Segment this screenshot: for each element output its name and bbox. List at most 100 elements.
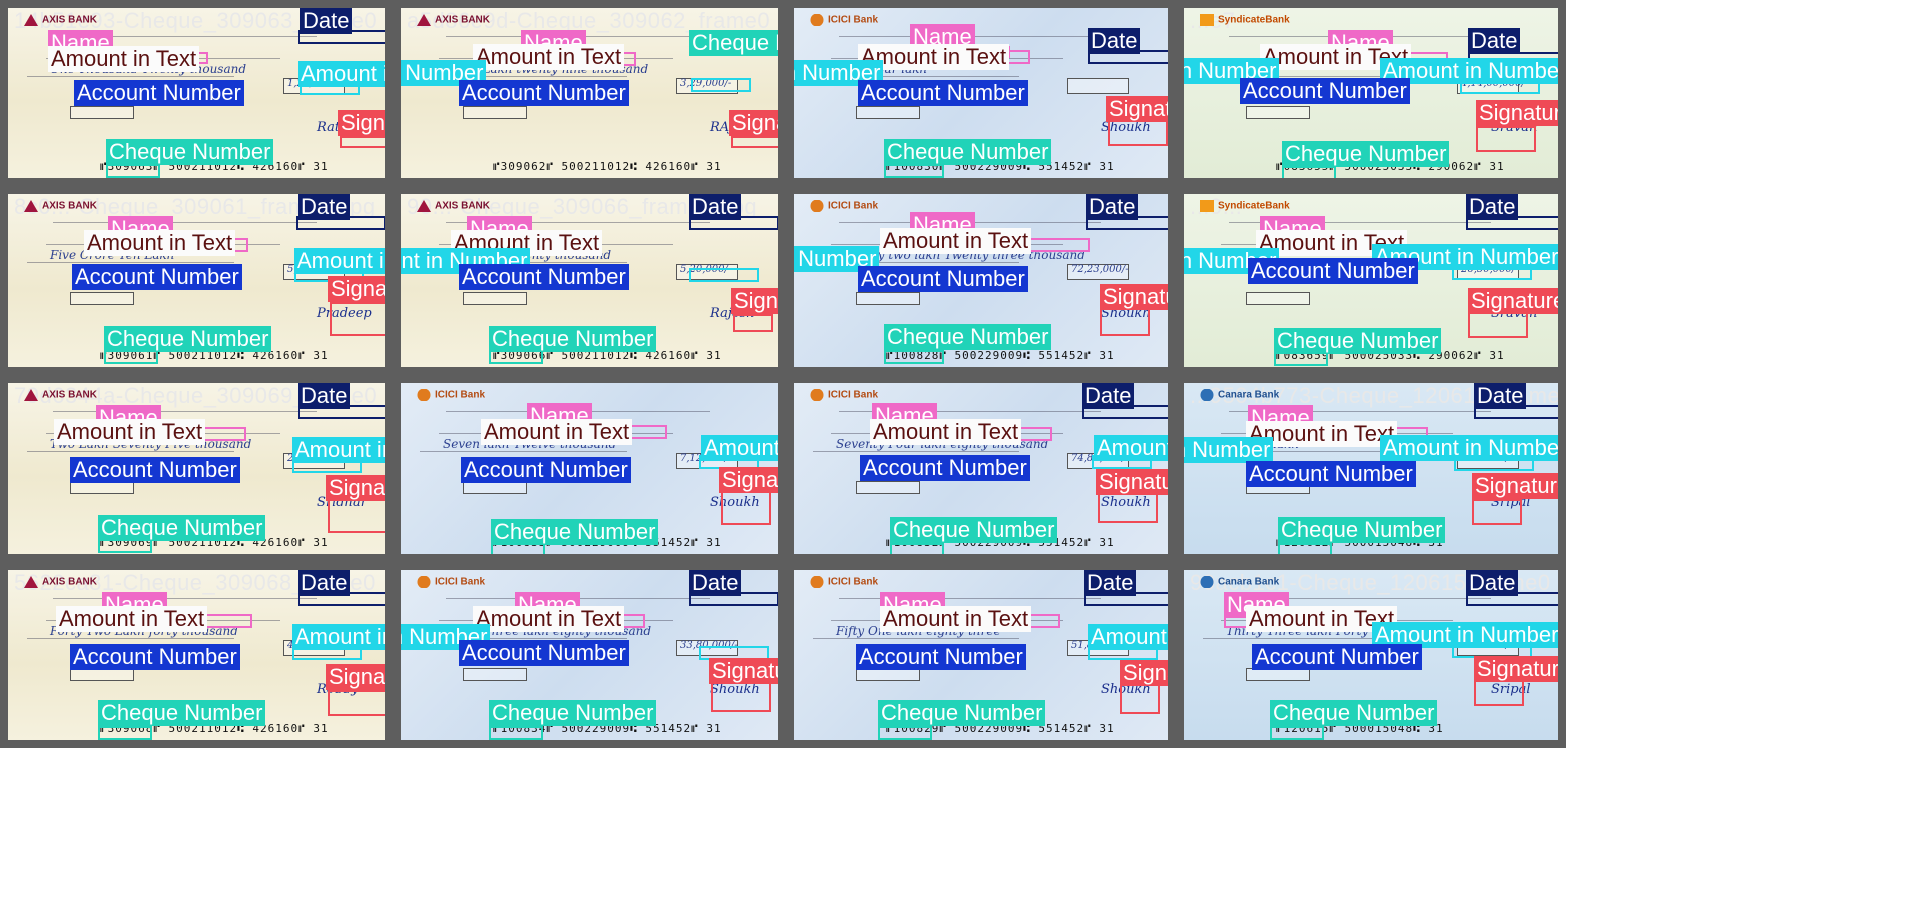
annotation-label-date: Date <box>1082 383 1135 409</box>
annotation-label-account: Account Number <box>461 457 631 483</box>
bank-mark-icon <box>810 200 824 212</box>
annotation-box-cheque <box>1274 352 1328 366</box>
bank-mark-icon <box>24 389 38 401</box>
annotation-label-date: Date <box>1086 194 1139 220</box>
annotation-box-signature <box>1100 308 1150 336</box>
bank-mark-icon <box>810 14 824 26</box>
annotation-label-account: Account Number <box>858 80 1028 106</box>
cheque-tile: ICICI BankSeven lakh Twelve thousand7,12… <box>393 375 786 562</box>
annotation-label-signature: Signature <box>1476 100 1558 126</box>
annotation-label-signature: Signature <box>1474 656 1558 682</box>
annotation-label-date: Date <box>298 194 351 220</box>
bank-name: ICICI Bank <box>828 200 879 212</box>
annotation-box-signature <box>731 136 778 148</box>
annotation-box-signature <box>1474 680 1524 706</box>
bank-logo: Canara Bank <box>1200 389 1279 401</box>
annotation-box-signature <box>330 302 385 336</box>
annotation-label-account: Account Number <box>70 644 240 670</box>
annotation-box-cheque <box>1278 543 1332 554</box>
cheque-tile: 90acb1c1-Cheque_120615_frame0_jpg Canara … <box>1176 562 1566 748</box>
annotation-box-signature <box>328 690 385 716</box>
annotation-label-amount-number: Amount in Number <box>1380 435 1558 461</box>
bank-name: AXIS BANK <box>42 389 98 401</box>
account-number-box <box>463 668 527 681</box>
annotation-box-amount-number <box>691 78 751 92</box>
bank-logo: AXIS BANK <box>24 200 97 212</box>
bank-logo: ICICI Bank <box>810 389 878 401</box>
bank-mark-icon <box>417 14 431 26</box>
annotation-box-cheque <box>1282 166 1336 178</box>
bank-logo: AXIS BANK <box>24 14 97 26</box>
annotation-label-amount-text: Amount in Text <box>56 606 208 632</box>
annotation-box-signature <box>1476 126 1536 152</box>
annotation-label-cheque: Cheque Number <box>98 515 266 541</box>
annotation-box-cheque <box>98 539 152 553</box>
annotation-label-amount-text: Amount in Text <box>880 606 1032 632</box>
bank-mark-icon <box>24 200 38 212</box>
annotation-label-cheque: Cheque Number <box>104 326 272 352</box>
annotation-label-amount-text: Amount in Text <box>481 419 633 445</box>
annotation-label-cheque: Cheque Number <box>106 139 274 165</box>
annotation-label-account: Account Number <box>1246 461 1416 487</box>
annotation-label-date: Date <box>689 570 742 596</box>
annotation-label-cheque: Cheque Number <box>689 30 778 56</box>
annotation-box-cheque <box>878 726 932 740</box>
bank-logo: SyndicateBank <box>1200 200 1290 212</box>
cheque-tile: ICICI BankFifty One lakh eighty three51,… <box>786 562 1176 748</box>
cheque-tile: ICICI BankThirty Three lakh eighty thous… <box>393 562 786 748</box>
bank-name: ICICI Bank <box>828 389 879 401</box>
annotation-label-signature: Signature <box>729 110 778 136</box>
annotation-box-signature <box>1108 120 1168 146</box>
annotation-label-cheque: Cheque Number <box>489 700 657 726</box>
annotation-label-account: Account Number <box>459 640 629 666</box>
annotation-box-cheque <box>491 543 545 554</box>
micr-line: ⑈309062⑈ 500211012⑆ 426160⑈ 31 <box>493 160 722 173</box>
cheque-tile: 90...-Cheque_309066_frame0_jpgAXIS BANKF… <box>393 186 786 375</box>
annotation-label-signature: Signature <box>709 658 778 684</box>
bank-logo: Canara Bank <box>1200 576 1279 588</box>
bank-mark-icon <box>24 576 38 588</box>
cheque-tile: ICICI Bank Seventy two lakh Twenty three … <box>786 186 1176 375</box>
annotation-box-cheque <box>884 350 944 364</box>
annotation-label-cheque: Cheque Number <box>878 700 1046 726</box>
bank-mark-icon <box>417 389 431 401</box>
cheque-tile: ...9504b773-Cheque_120612_frame0_jpgCana… <box>1176 375 1566 562</box>
annotation-label-signature: Signature <box>1096 469 1168 495</box>
annotation-label-signature: Signature <box>1472 473 1558 499</box>
bank-logo: SyndicateBank <box>1200 14 1290 26</box>
cheque-tile: 14b51e93-Cheque_309063_frame0_jpg AXIS BA… <box>0 0 393 186</box>
annotation-label-cheque: Cheque Number <box>1274 328 1442 354</box>
annotation-label-signature: Signature <box>731 288 778 314</box>
annotation-label-signature: Signature <box>1100 284 1168 310</box>
annotation-label-signature: Signature <box>338 110 385 136</box>
amount-figure-box <box>1067 78 1129 94</box>
annotation-label-amount-text: Amount in Text <box>473 606 625 632</box>
annotation-label-amount-number: Amount in Number <box>701 435 778 461</box>
bank-mark-icon <box>1200 14 1214 26</box>
bank-name: SyndicateBank <box>1218 14 1290 26</box>
bank-logo: ICICI Bank <box>417 576 485 588</box>
account-number-box <box>856 292 920 305</box>
bank-mark-icon <box>417 200 431 212</box>
account-number-box <box>70 106 134 119</box>
bank-name: ICICI Bank <box>435 389 486 401</box>
bank-mark-icon <box>1200 200 1214 212</box>
annotation-box-signature <box>1468 312 1528 338</box>
bank-name: SyndicateBank <box>1218 200 1290 212</box>
annotation-label-account: Account Number <box>459 264 629 290</box>
annotation-label-amount-text: Amount in Text <box>54 419 206 445</box>
annotation-label-cheque: Cheque Number <box>1278 517 1446 543</box>
cheque-annotation-grid: 14b51e93-Cheque_309063_frame0_jpg AXIS BA… <box>0 0 1920 916</box>
annotation-label-account: Account Number <box>858 266 1028 292</box>
annotation-box-cheque <box>489 350 543 364</box>
annotation-label-account: Account Number <box>70 457 240 483</box>
annotation-label-amount-text: Amount in Text <box>880 228 1032 254</box>
cheque-tile: a5d86e9d-Cheque_309062_frame0_jpg AXIS BA… <box>393 0 786 186</box>
bank-name: ICICI Bank <box>828 14 879 26</box>
cheque-line <box>27 638 234 639</box>
annotation-box-signature <box>711 682 771 712</box>
bank-name: AXIS BANK <box>42 576 98 588</box>
bank-logo: AXIS BANK <box>24 389 97 401</box>
cheque-tile: 8c0...-Cheque_309061_frame0_jpg AXIS BANK… <box>0 186 393 375</box>
annotation-label-account: Account Number <box>1240 78 1410 104</box>
